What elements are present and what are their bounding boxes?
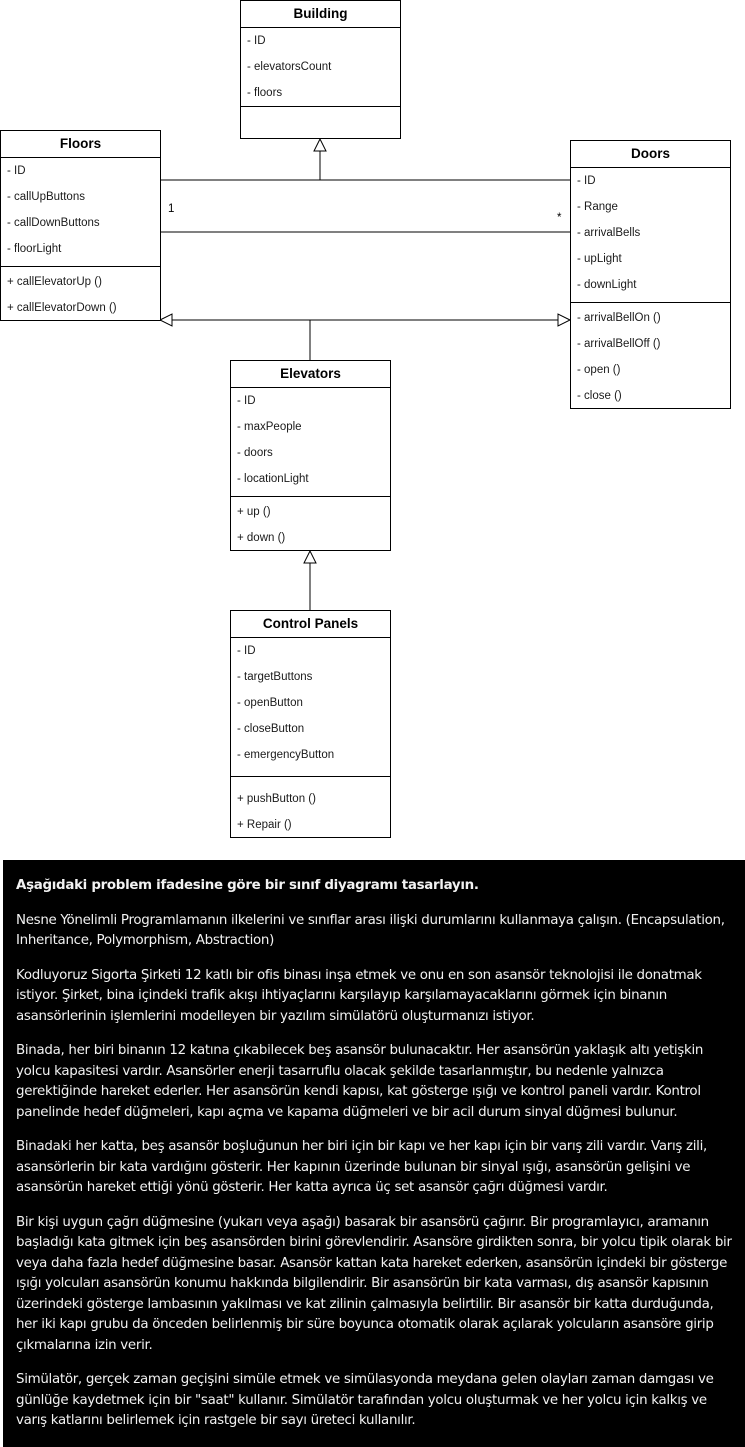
doors-attributes: - ID - Range - arrivalBells - upLight - …: [571, 168, 730, 303]
floors-method: + callElevatorUp (): [7, 276, 102, 288]
problem-heading: Aşağıdaki problem ifadesine göre bir sın…: [16, 878, 479, 893]
control-panels-method: + pushButton (): [237, 793, 316, 805]
doors-method: - open (): [577, 364, 621, 376]
problem-paragraph: Bir kişi uygun çağrı düğmesine (yukarı v…: [16, 1214, 732, 1353]
doors-inheritance-arrow: [557, 313, 572, 327]
elevators-attribute: - ID: [237, 395, 256, 407]
floors-methods: + callElevatorUp () + callElevatorDown (…: [1, 267, 160, 321]
building-inheritance-arrow: [313, 137, 327, 152]
doors-methods: - arrivalBellOn () - arrivalBellOff () -…: [571, 303, 730, 409]
elevators-method: + up (): [237, 506, 271, 518]
control-panels-methods: + pushButton () + Repair (): [231, 777, 390, 838]
control-panels-attributes: - ID - targetButtons - openButton - clos…: [231, 638, 390, 777]
control-panels-class[interactable]: Control Panels - ID - targetButtons - op…: [230, 610, 391, 838]
elevators-attribute: - maxPeople: [237, 421, 302, 433]
control-panels-attribute: - emergencyButton: [237, 749, 335, 761]
control-panels-attribute: - openButton: [237, 697, 303, 709]
doors-attribute: - arrivalBells: [577, 227, 641, 239]
elevators-class[interactable]: Elevators - ID - maxPeople - doors - loc…: [230, 360, 391, 551]
doors-method: - arrivalBellOn (): [577, 312, 661, 324]
problem-paragraph: Nesne Yönelimli Programlamanın ilkelerin…: [16, 912, 725, 949]
doors-multiplicity-label: *: [557, 212, 562, 224]
doors-attribute: - upLight: [577, 253, 622, 265]
control-panels-method: + Repair (): [237, 819, 292, 831]
doors-attribute: - ID: [577, 175, 596, 187]
doors-attribute: - Range: [577, 201, 618, 213]
problem-statement-panel: Aşağıdaki problem ifadesine göre bir sın…: [3, 860, 745, 1447]
floors-attribute: - callDownButtons: [7, 217, 100, 229]
problem-paragraph: Binada, her biri binanın 12 katına çıkab…: [16, 1043, 704, 1120]
doors-method: - arrivalBellOff (): [577, 338, 661, 350]
building-class[interactable]: Building - ID - elevatorsCount - floors: [240, 0, 401, 139]
doors-class-name: Doors: [571, 141, 730, 168]
floors-attribute: - ID: [7, 165, 26, 177]
problem-paragraph: Kodluyoruz Sigorta Şirketi 12 katlı bir …: [16, 967, 702, 1024]
building-attribute: - ID: [247, 35, 266, 47]
elevators-class-name: Elevators: [231, 361, 390, 388]
floors-class-name: Floors: [1, 131, 160, 158]
control-panels-attribute: - targetButtons: [237, 671, 313, 683]
control-panels-attribute: - ID: [237, 645, 256, 657]
problem-paragraph: Simülatör, gerçek zaman geçişini simüle …: [16, 1372, 714, 1428]
building-attributes: - ID - elevatorsCount - floors: [241, 28, 400, 107]
elevators-method: + down (): [237, 532, 286, 544]
floors-inheritance-arrow: [158, 313, 173, 327]
building-attribute: - floors: [247, 87, 283, 99]
elevators-methods: + up () + down (): [231, 497, 390, 551]
building-attribute: - elevatorsCount: [247, 61, 332, 73]
building-class-name: Building: [241, 1, 400, 28]
class-diagram: 1 * Building - ID - elevatorsCount - flo…: [0, 0, 745, 850]
elevators-attributes: - ID - maxPeople - doors - locationLight: [231, 388, 390, 497]
elevators-inheritance-arrow: [303, 549, 317, 564]
floors-class[interactable]: Floors - ID - callUpButtons - callDownBu…: [0, 130, 161, 321]
floors-attribute: - callUpButtons: [7, 191, 85, 203]
doors-attribute: - downLight: [577, 279, 637, 291]
floors-method: + callElevatorDown (): [7, 302, 117, 314]
control-panels-class-name: Control Panels: [231, 611, 390, 638]
elevators-attribute: - doors: [237, 447, 273, 459]
floors-attribute: - floorLight: [7, 243, 62, 255]
doors-method: - close (): [577, 390, 622, 402]
problem-paragraph: Binadaki her katta, beş asansör boşluğun…: [16, 1139, 707, 1195]
control-panels-attribute: - closeButton: [237, 723, 305, 735]
elevators-attribute: - locationLight: [237, 473, 309, 485]
doors-class[interactable]: Doors - ID - Range - arrivalBells - upLi…: [570, 140, 731, 409]
floors-multiplicity-label: 1: [168, 203, 175, 215]
floors-attributes: - ID - callUpButtons - callDownButtons -…: [1, 158, 160, 267]
